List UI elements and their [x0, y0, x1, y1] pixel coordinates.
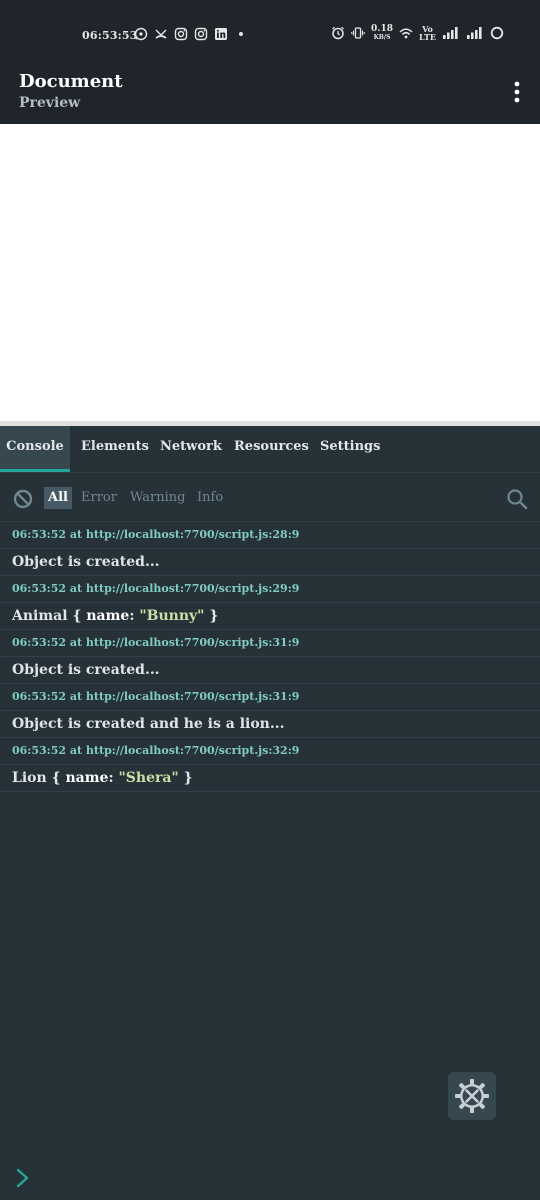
object-value: "Shera": [118, 770, 179, 786]
filter-error[interactable]: Error: [81, 487, 117, 509]
system-icons: 0.18 KB/S Vo LTE: [331, 25, 504, 41]
instagram-icon: [194, 27, 208, 41]
volte-indicator: Vo LTE: [419, 25, 436, 41]
console-filter-bar: All Error Warning Info: [0, 473, 540, 521]
gear-tools-icon: [455, 1079, 489, 1113]
volte-bottom: LTE: [418, 32, 436, 42]
log-message: Object is created...: [0, 657, 540, 684]
devtools-tabbar: Console Elements Network Resources Setti…: [0, 426, 540, 472]
object-colon: :: [108, 770, 114, 786]
object-brace-open: {: [51, 770, 61, 786]
network-speed: 0.18 KB/S: [371, 24, 393, 42]
log-object[interactable]: Animal { name: "Bunny" }: [0, 603, 540, 630]
status-time: 06:53:53: [82, 29, 138, 42]
battery-ring-icon: [490, 26, 504, 40]
whatsapp-icon: [134, 27, 148, 41]
log-object[interactable]: Lion { name: "Shera" }: [0, 765, 540, 792]
instagram-icon: [174, 27, 188, 41]
filter-warning[interactable]: Warning: [130, 487, 185, 509]
object-value: "Bunny": [139, 608, 205, 624]
tab-network[interactable]: Network: [160, 426, 222, 472]
console-prompt-chevron-icon[interactable]: [14, 1167, 32, 1189]
search-icon[interactable]: [506, 488, 528, 510]
tab-elements[interactable]: Elements: [81, 426, 149, 472]
alarm-icon: [332, 26, 344, 40]
log-source[interactable]: 06:53:52 at http://localhost:7700/script…: [0, 684, 540, 711]
signal-strength-icon: [443, 27, 458, 39]
filter-info[interactable]: Info: [197, 487, 223, 509]
more-notifications-dot-icon: [239, 32, 243, 36]
more-options-icon[interactable]: [512, 80, 522, 104]
log-message: Object is created and he is a lion...: [0, 711, 540, 738]
app-title: Document: [19, 71, 123, 92]
status-bar: 06:53:53 0.18 KB/S Vo LTE: [0, 0, 540, 64]
signal-strength-icon: [467, 27, 482, 39]
tab-resources[interactable]: Resources: [234, 426, 309, 472]
speed-unit: KB/S: [373, 34, 391, 41]
clear-console-icon[interactable]: [13, 489, 33, 509]
object-brace-close: }: [209, 608, 219, 624]
tab-settings[interactable]: Settings: [320, 426, 380, 472]
vibrate-icon: [351, 27, 365, 39]
wifi-icon: [399, 28, 413, 39]
log-source[interactable]: 06:53:52 at http://localhost:7700/script…: [0, 630, 540, 657]
tab-label: Console: [6, 439, 64, 454]
linkedin-icon: [215, 28, 227, 40]
object-brace-open: {: [72, 608, 82, 624]
missed-call-icon: [155, 29, 167, 39]
speed-value: 0.18: [371, 24, 393, 34]
console-log: 06:53:52 at http://localhost:7700/script…: [0, 522, 540, 792]
log-source[interactable]: 06:53:52 at http://localhost:7700/script…: [0, 522, 540, 549]
devtools-gear-button[interactable]: [448, 1072, 496, 1120]
notification-icons: [134, 27, 248, 41]
log-source[interactable]: 06:53:52 at http://localhost:7700/script…: [0, 576, 540, 603]
object-class: Lion: [12, 770, 47, 786]
object-key: name: [65, 770, 109, 786]
filter-all[interactable]: All: [44, 487, 72, 509]
log-source[interactable]: 06:53:52 at http://localhost:7700/script…: [0, 738, 540, 765]
object-brace-close: }: [183, 770, 193, 786]
app-bar: Document Preview: [0, 64, 540, 124]
app-subtitle: Preview: [19, 95, 81, 111]
object-key: name: [86, 608, 130, 624]
object-colon: :: [129, 608, 135, 624]
document-preview[interactable]: [0, 124, 540, 422]
tab-console[interactable]: Console: [0, 426, 70, 472]
object-class: Animal: [12, 608, 68, 624]
log-message: Object is created...: [0, 549, 540, 576]
